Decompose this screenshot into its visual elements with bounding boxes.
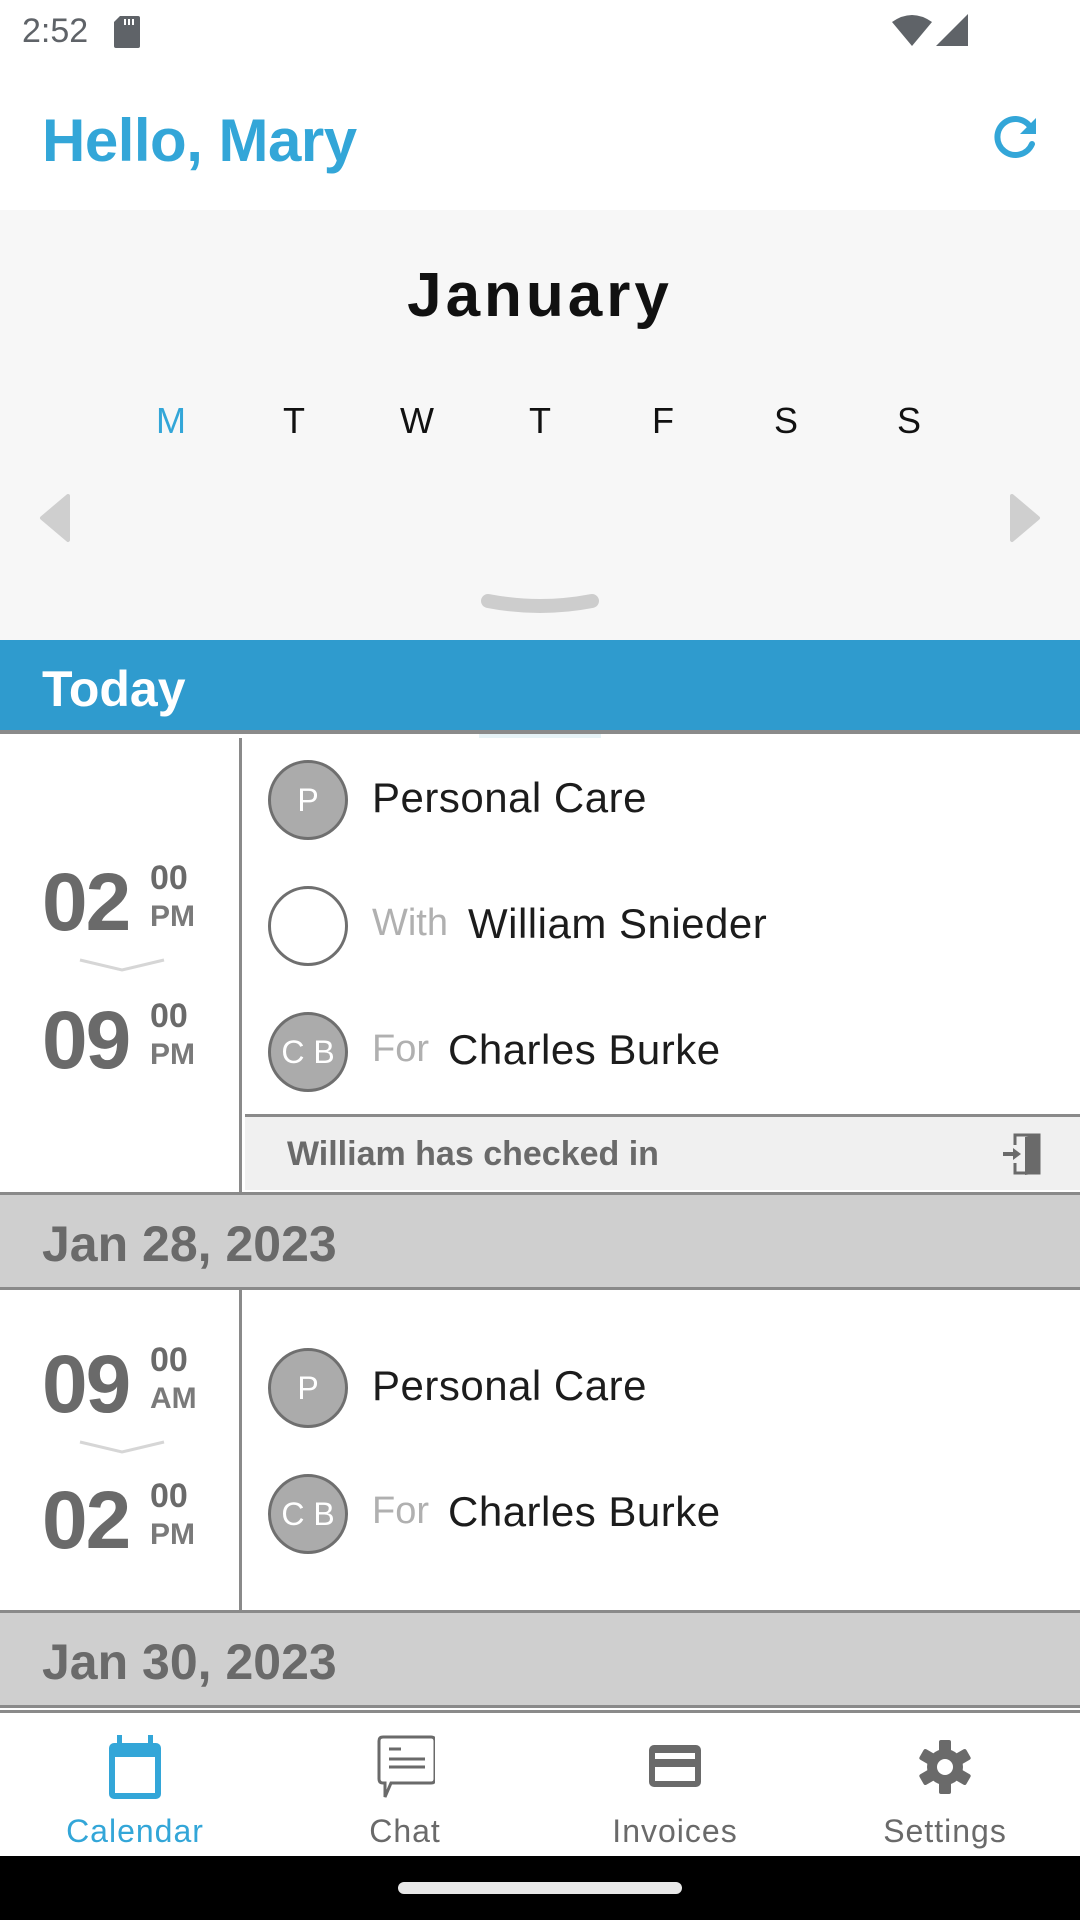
end-minute: 00: [150, 1477, 188, 1515]
sd-card-icon: [114, 16, 140, 48]
section-title: Jan 28, 2023: [42, 1216, 337, 1272]
status-bar: 2:52: [0, 0, 1080, 64]
end-time: 09 00 PM: [42, 996, 212, 1086]
service-avatar: P: [268, 1348, 348, 1428]
credit-card-icon: [649, 1745, 701, 1787]
time-range-chevron-icon: [79, 958, 165, 972]
status-time: 2:52: [22, 12, 89, 50]
section-title: Jan 30, 2023: [42, 1634, 337, 1690]
service-name: Personal Care: [372, 1362, 647, 1409]
end-time: 02 00 PM: [42, 1476, 212, 1566]
month-title: January: [407, 261, 673, 330]
client-avatar: C B: [268, 1012, 348, 1092]
nav-tab-invoices[interactable]: Invoices: [540, 1713, 810, 1859]
greeting-title: Hello, Mary: [42, 107, 357, 174]
service-row: P Personal Care: [268, 760, 1068, 840]
start-ampm: PM: [150, 900, 195, 933]
start-time: 02 00 PM: [42, 858, 212, 948]
day-letter: M: [156, 400, 186, 441]
time-range-chevron-icon: [79, 1440, 165, 1454]
nav-label: Chat: [369, 1813, 441, 1849]
day-letter: S: [896, 400, 921, 441]
bottom-navigation: Calendar Chat Invoices Settings: [0, 1710, 1080, 1856]
client-name: Charles Burke: [448, 1488, 721, 1535]
start-minute: 00: [150, 1341, 188, 1379]
chat-icon: [377, 1735, 435, 1798]
nav-label: Settings: [883, 1813, 1007, 1849]
day-monday[interactable]: M 23: [110, 400, 232, 731]
service-row: P Personal Care: [268, 1348, 1068, 1428]
previous-week-arrow-icon[interactable]: [38, 492, 72, 544]
section-header-today: Today: [0, 640, 1080, 734]
day-letter: S: [773, 400, 798, 441]
start-hour: 02: [42, 857, 131, 948]
signal-icon: [936, 14, 968, 46]
caregiver-avatar: [268, 886, 348, 966]
day-friday[interactable]: F 27: [602, 400, 724, 731]
day-wednesday[interactable]: W 25: [356, 400, 478, 731]
client-prefix: For: [372, 1028, 429, 1070]
calendar-icon: [109, 1735, 161, 1799]
caregiver-name: William Snieder: [468, 900, 768, 947]
section-title: Today: [42, 661, 186, 717]
caregiver-row: With William Snieder: [268, 886, 1068, 966]
checkin-status-bar: William has checked in: [245, 1114, 1080, 1190]
appointment-time-column: 09 00 AM 02 00 PM: [0, 1290, 242, 1610]
expand-calendar-handle-icon[interactable]: [480, 593, 600, 623]
gear-icon: [919, 1740, 971, 1794]
wifi-icon: [892, 15, 932, 46]
client-name: Charles Burke: [448, 1026, 721, 1073]
client-avatar: C B: [268, 1474, 348, 1554]
app-header: Hello, Mary: [0, 64, 1080, 210]
nav-tab-chat[interactable]: Chat: [270, 1713, 540, 1859]
start-minute: 00: [150, 859, 188, 897]
week-calendar: January M 23 T 24 W 25 T 26 F 27: [0, 210, 1080, 764]
nav-tab-settings[interactable]: Settings: [810, 1713, 1080, 1859]
day-letter: T: [529, 400, 551, 441]
end-minute: 00: [150, 997, 188, 1035]
system-navigation-bar: [0, 1856, 1080, 1920]
checkin-status-text: William has checked in: [287, 1135, 659, 1173]
day-tuesday[interactable]: T 24: [233, 400, 355, 731]
caregiver-prefix: With: [372, 902, 448, 944]
start-ampm: AM: [150, 1382, 197, 1415]
home-gesture-handle[interactable]: [398, 1882, 682, 1894]
day-sunday[interactable]: S 29: [848, 400, 970, 731]
appointment-card-jan-28[interactable]: 09 00 AM 02 00 PM P Personal Care C B Fo…: [0, 1290, 1080, 1610]
nav-tab-calendar[interactable]: Calendar: [0, 1713, 270, 1859]
service-name: Personal Care: [372, 774, 647, 821]
day-letter: W: [400, 400, 434, 441]
start-time: 09 00 AM: [42, 1340, 212, 1430]
section-header-jan-28: Jan 28, 2023: [0, 1192, 1080, 1290]
end-ampm: PM: [150, 1038, 195, 1071]
end-ampm: PM: [150, 1518, 195, 1551]
nav-label: Invoices: [612, 1813, 738, 1849]
client-prefix: For: [372, 1490, 429, 1532]
check-in-door-icon: [1003, 1133, 1041, 1175]
day-letter: F: [652, 400, 674, 441]
appointment-time-column: 02 00 PM 09 00 PM: [0, 738, 242, 1192]
nav-label: Calendar: [66, 1813, 204, 1849]
service-avatar: P: [268, 760, 348, 840]
appointment-card-today[interactable]: 02 00 PM 09 00 PM P Personal Care With W…: [0, 738, 1080, 1192]
end-hour: 02: [42, 1475, 131, 1566]
client-row: C B For Charles Burke: [268, 1474, 1068, 1554]
day-saturday[interactable]: S 28: [725, 400, 847, 748]
start-hour: 09: [42, 1339, 131, 1430]
refresh-icon[interactable]: [988, 108, 1044, 164]
client-row: C B For Charles Burke: [268, 1012, 1068, 1092]
next-week-arrow-icon[interactable]: [1008, 492, 1042, 544]
day-thursday[interactable]: T 26: [479, 400, 601, 764]
end-hour: 09: [42, 995, 131, 1086]
section-header-jan-30: Jan 30, 2023: [0, 1610, 1080, 1708]
day-letter: T: [283, 400, 305, 441]
